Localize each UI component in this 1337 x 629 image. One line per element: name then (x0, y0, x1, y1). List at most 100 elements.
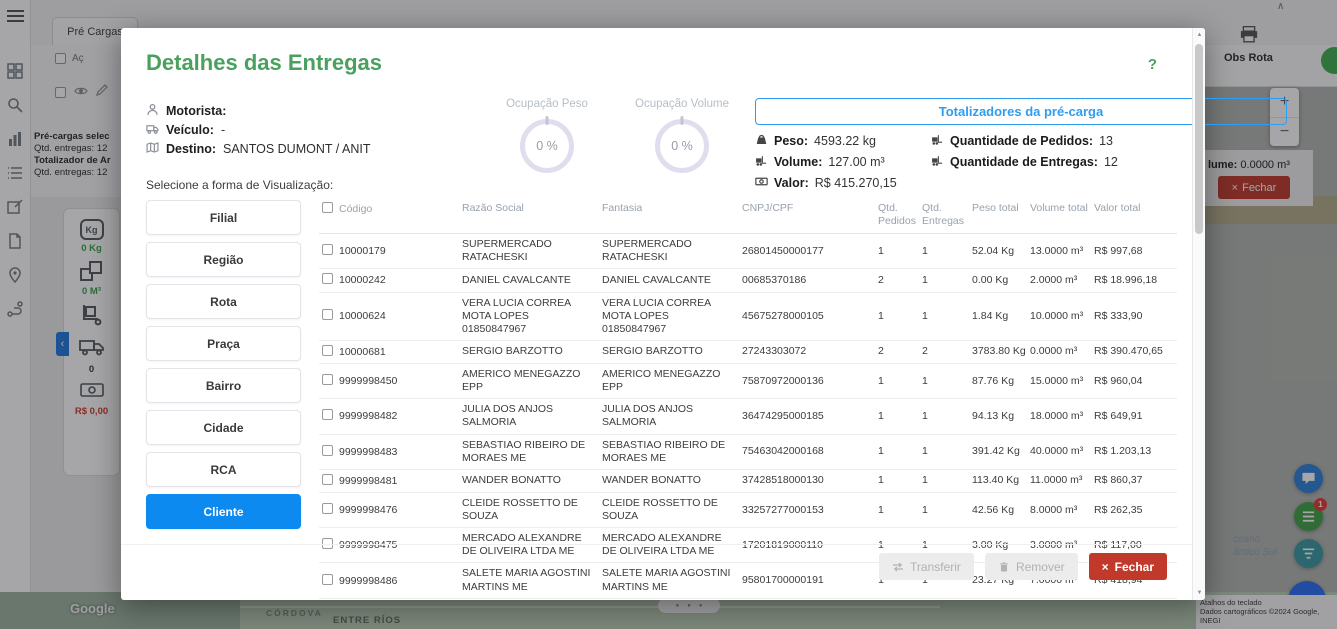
qtd-entregas-label: Quantidade de Entregas: (950, 155, 1098, 169)
cell-fantasia: SERGIO BARZOTTO (599, 340, 739, 363)
cell-volume: 2.0000 m³ (1027, 269, 1091, 292)
qtd-pedidos-label: Quantidade de Pedidos: (950, 134, 1093, 148)
cell-peso: 1.84 Kg (969, 292, 1027, 340)
cell-peso: 94.13 Kg (969, 399, 1027, 434)
header-valor-total: Valor total (1091, 200, 1177, 234)
view-button-filial[interactable]: Filial (146, 200, 301, 235)
gauge-peso: Ocupação Peso 0 % (482, 98, 612, 173)
cell-pedidos: 2 (875, 269, 919, 292)
delivery-details-modal: Detalhes das Entregas ? Motorista: Veícu… (121, 28, 1205, 600)
cell-volume: 10.0000 m³ (1027, 292, 1091, 340)
map-icon (146, 141, 159, 157)
valor-value: R$ 415.270,15 (815, 176, 897, 190)
view-button-cidade[interactable]: Cidade (146, 410, 301, 445)
destino-value: SANTOS DUMONT / ANIT (223, 142, 370, 156)
codigo-text: 10000681 (339, 346, 386, 358)
cell-cnpj: 45675278000105 (739, 292, 875, 340)
cell-cnpj: 33257277000153 (739, 492, 875, 527)
cell-fantasia: DANIEL CAVALCANTE (599, 269, 739, 292)
cell-codigo: 9999998476 (319, 492, 459, 527)
cell-peso: 52.04 Kg (969, 234, 1027, 269)
cell-volume: 15.0000 m³ (1027, 364, 1091, 399)
row-checkbox[interactable] (322, 309, 333, 320)
cell-volume: 0.0000 m³ (1027, 340, 1091, 363)
cell-entregas: 1 (919, 269, 969, 292)
gauge-peso-label: Ocupação Peso (482, 98, 612, 110)
scroll-up-arrow[interactable]: ▲ (1193, 32, 1206, 38)
row-checkbox[interactable] (322, 374, 333, 385)
header-volume-total: Volume total (1027, 200, 1091, 234)
view-button-rca[interactable]: RCA (146, 452, 301, 487)
header-cnpj: CNPJ/CPF (739, 200, 875, 234)
cell-pedidos: 1 (875, 364, 919, 399)
banknote-icon (755, 175, 768, 191)
cell-cnpj: 75870972000136 (739, 364, 875, 399)
scroll-down-arrow[interactable]: ▼ (1193, 590, 1206, 596)
table-row: 9999998481WANDER BONATTOWANDER BONATTO37… (319, 469, 1177, 492)
table-row: 10000179SUPERMERCADO RATACHESKISUPERMERC… (319, 234, 1177, 269)
header-qtd-entregas: Qtd. Entregas (919, 200, 969, 234)
cell-entregas: 1 (919, 292, 969, 340)
help-button[interactable]: ? (1148, 56, 1157, 73)
select-all-checkbox[interactable] (322, 202, 333, 213)
codigo-text: 9999998482 (339, 410, 397, 422)
close-icon: × (1102, 560, 1109, 574)
weight-icon (755, 133, 768, 149)
cell-fantasia: AMERICO MENEGAZZO EPP (599, 364, 739, 399)
transferir-button[interactable]: Transferir (879, 553, 974, 580)
qtd-pedidos-value: 13 (1099, 134, 1113, 148)
totalizers-header: Totalizadores da pré-carga (755, 98, 1287, 125)
cell-cnpj: 75463042000168 (739, 434, 875, 469)
row-checkbox[interactable] (322, 574, 333, 585)
row-checkbox[interactable] (322, 345, 333, 356)
scrollbar-thumb[interactable] (1195, 44, 1203, 234)
gauge-peso-value: 0 % (536, 139, 558, 153)
cell-valor: R$ 18.996,18 (1091, 269, 1177, 292)
forklift-icon (931, 154, 944, 170)
cell-peso: 87.76 Kg (969, 364, 1027, 399)
cell-volume: 11.0000 m³ (1027, 469, 1091, 492)
cell-entregas: 1 (919, 492, 969, 527)
modal-scrollbar[interactable]: ▲ ▼ (1192, 28, 1205, 600)
table-row: 9999998483 SEBASTIAO RIBEIRO DE MORAES ME… (319, 434, 1177, 469)
fechar-button[interactable]: × Fechar (1089, 553, 1167, 580)
view-button-cliente[interactable]: Cliente (146, 494, 301, 529)
cell-fantasia: SALETE MARIA AGOSTINI MARTINS ME (599, 563, 739, 598)
row-checkbox[interactable] (322, 474, 333, 485)
qtd-entregas-value: 12 (1104, 155, 1118, 169)
cell-valor: R$ 997,68 (1091, 234, 1177, 269)
person-icon (146, 103, 159, 119)
cell-codigo: 9999998486 (319, 563, 459, 598)
row-checkbox[interactable] (322, 409, 333, 420)
cell-valor: R$ 1.203,13 (1091, 434, 1177, 469)
view-button-rota[interactable]: Rota (146, 284, 301, 319)
header-codigo: Código (319, 200, 459, 234)
view-button-bairro[interactable]: Bairro (146, 368, 301, 403)
cell-razao: VERA LUCIA CORREA MOTA LOPES 01850847967 (459, 292, 599, 340)
forklift-icon (755, 154, 768, 170)
cell-valor: R$ 960,04 (1091, 364, 1177, 399)
cell-valor: R$ 860,37 (1091, 469, 1177, 492)
row-checkbox[interactable] (322, 503, 333, 514)
table-row: 9999998450AMERICO MENEGAZZO EPPAMERICO M… (319, 364, 1177, 399)
gauge-volume-value: 0 % (671, 139, 693, 153)
remover-button[interactable]: Remover (985, 553, 1078, 580)
table-header-row: Código Razão Social Fantasia CNPJ/CPF Qt… (319, 200, 1177, 234)
totalizers-right-column: Quantidade de Pedidos: 13 Quantidade de … (931, 130, 1118, 172)
volume-label: Volume: (774, 155, 822, 169)
cell-fantasia: MERCADO ALEXANDRE DE OLIVEIRA LTDA ME (599, 528, 739, 563)
row-checkbox[interactable] (322, 445, 333, 456)
totalizers-left-column: Peso: 4593.22 kg Volume: 127.00 m³ Valor… (755, 130, 897, 193)
cell-pedidos: 1 (875, 292, 919, 340)
table-row: 10000624VERA LUCIA CORREA MOTA LOPES 018… (319, 292, 1177, 340)
cell-fantasia: CLEIDE ROSSETTO DE SOUZA (599, 492, 739, 527)
view-button-região[interactable]: Região (146, 242, 301, 277)
row-checkbox[interactable] (322, 244, 333, 255)
view-button-praça[interactable]: Praça (146, 326, 301, 361)
cell-codigo: 9999998450 (319, 364, 459, 399)
row-checkbox[interactable] (322, 273, 333, 284)
codigo-text: 9999998483 (339, 446, 397, 458)
cell-entregas: 2 (919, 340, 969, 363)
cell-codigo: 9999998482 (319, 399, 459, 434)
cell-fantasia: SEBASTIAO RIBEIRO DE MORAES ME (599, 434, 739, 469)
